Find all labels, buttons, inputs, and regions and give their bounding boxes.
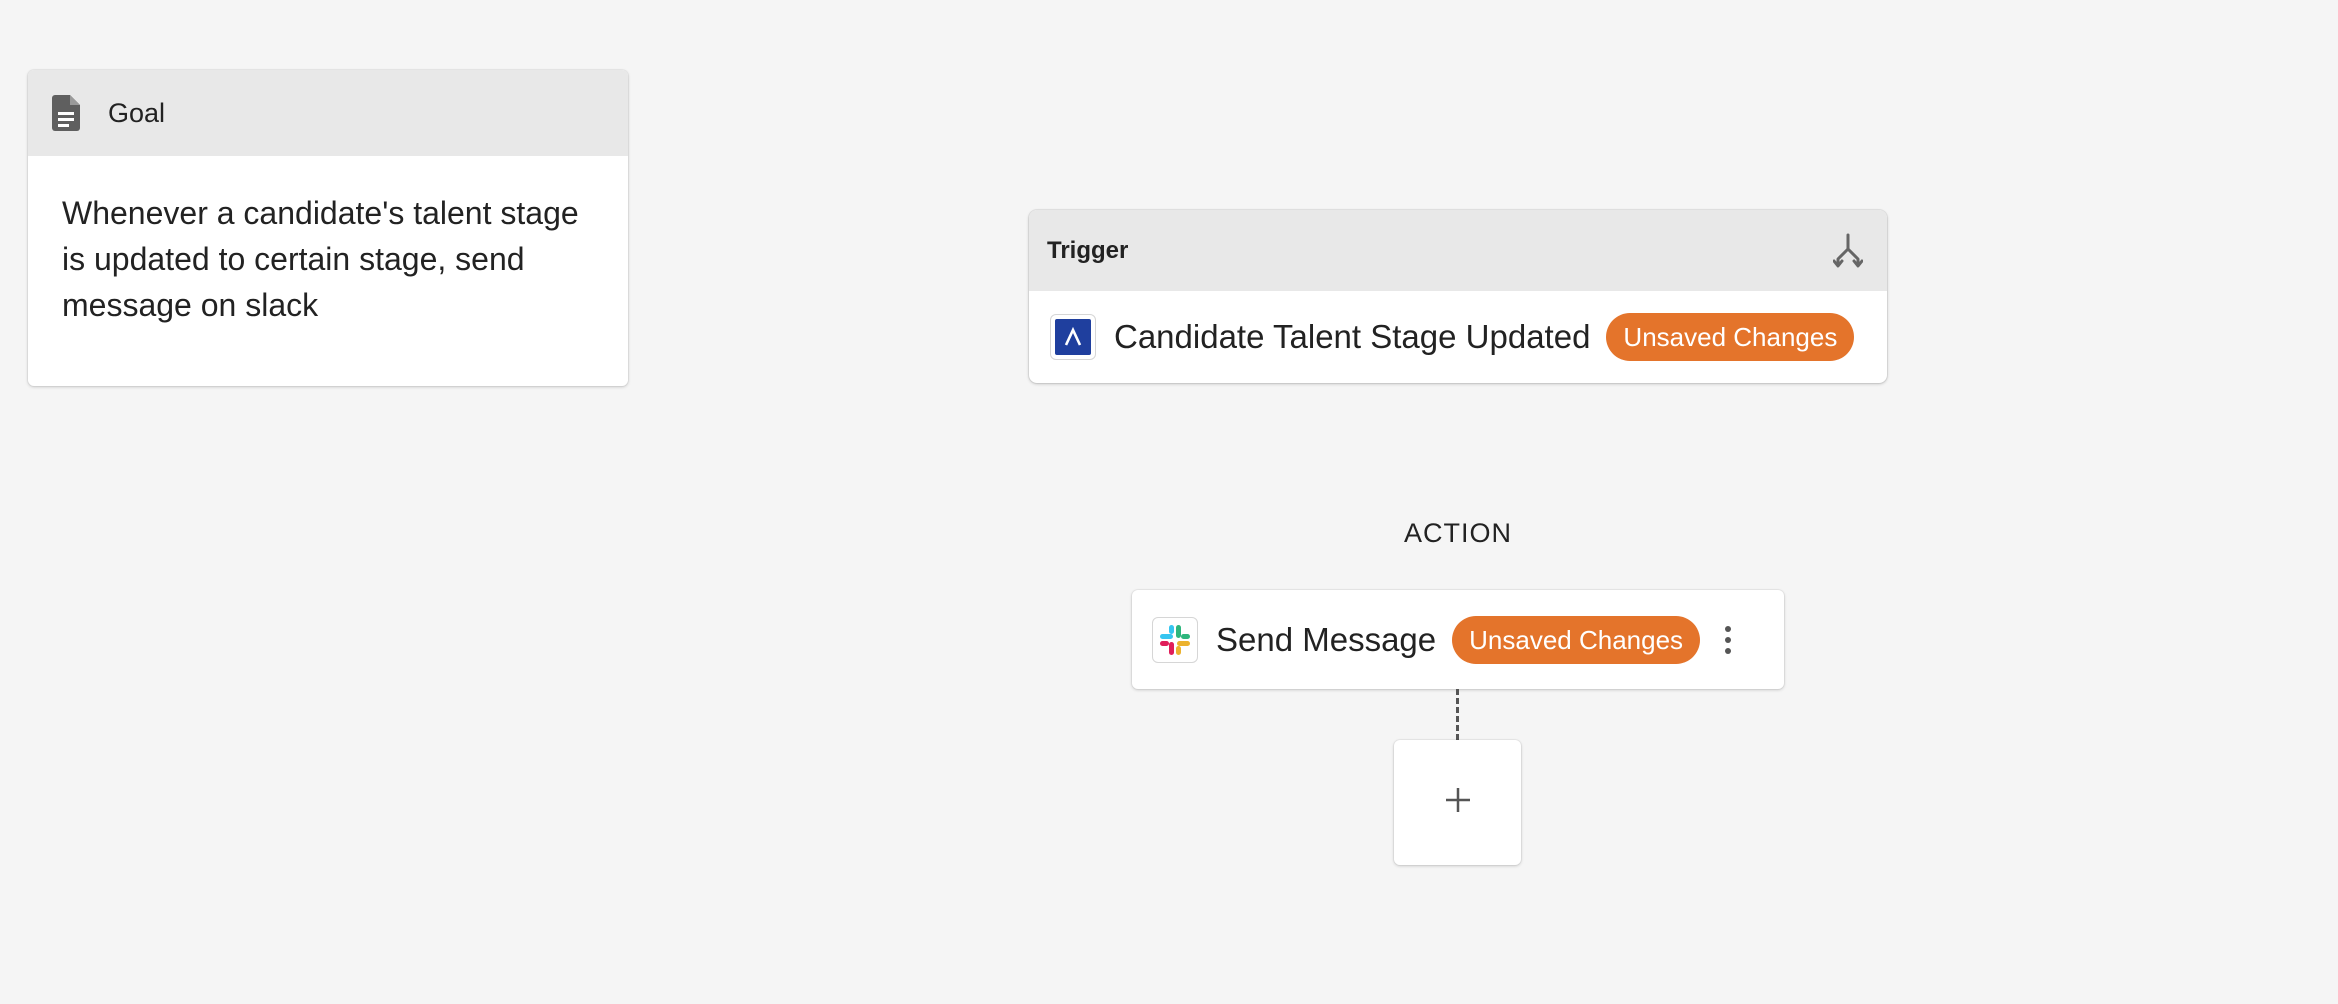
slack-logo-icon (1152, 616, 1198, 663)
branch-icon[interactable] (1831, 232, 1865, 270)
step-connector (1456, 689, 1459, 740)
trigger-row[interactable]: Candidate Talent Stage Updated Unsaved C… (1029, 291, 1887, 383)
trigger-card[interactable]: Trigger Candidate Talent Stage Updated U… (1029, 210, 1887, 383)
goal-title: Goal (108, 97, 166, 128)
unsaved-changes-badge: Unsaved Changes (1452, 615, 1701, 664)
unsaved-changes-badge: Unsaved Changes (1606, 313, 1855, 361)
more-vertical-icon[interactable] (1716, 620, 1740, 660)
plus-icon (1444, 786, 1472, 819)
trigger-header: Trigger (1029, 210, 1887, 291)
trigger-name: Candidate Talent Stage Updated (1114, 318, 1591, 355)
document-icon (48, 93, 84, 133)
action-card[interactable]: Send Message Unsaved Changes (1132, 590, 1784, 689)
action-name: Send Message (1216, 620, 1437, 658)
goal-header: Goal (28, 70, 628, 156)
goal-card: Goal Whenever a candidate's talent stage… (28, 70, 628, 386)
goal-description: Whenever a candidate's talent stage is u… (62, 195, 579, 323)
ashby-logo-icon (1050, 314, 1096, 360)
add-step-button[interactable] (1394, 740, 1521, 865)
action-section-label: ACTION (1403, 518, 1512, 548)
trigger-label: Trigger (1047, 236, 1129, 264)
